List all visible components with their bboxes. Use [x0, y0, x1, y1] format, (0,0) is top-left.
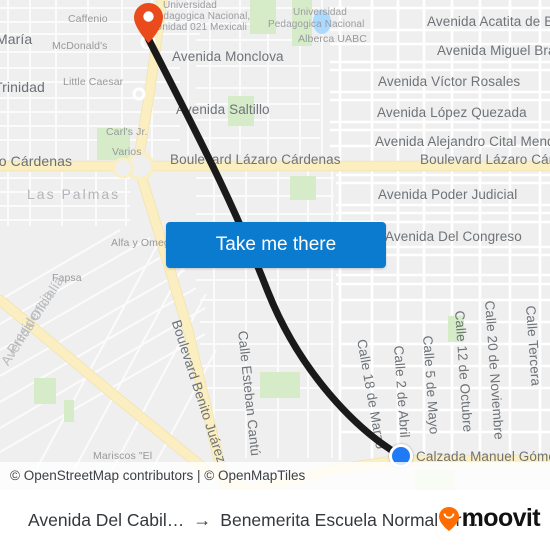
route-footer: Avenida Del Cabil… → Benemerita Escuela …	[0, 490, 550, 550]
route-summary: Avenida Del Cabil… → Benemerita Escuela …	[0, 510, 479, 531]
take-me-there-button[interactable]: Take me there	[166, 222, 386, 268]
moovit-pin-icon	[438, 506, 459, 531]
route-origin-label: Avenida Del Cabil…	[28, 509, 185, 530]
moovit-logo[interactable]: moovit	[438, 504, 541, 533]
moovit-wordmark: moovit	[461, 504, 541, 532]
arrow-right-icon: →	[193, 509, 212, 530]
map-canvas[interactable]: .blk{fill:#e7e7e7;stroke:#ffffff;stroke-…	[0, 0, 550, 490]
map-attribution[interactable]: © OpenStreetMap contributors | © OpenMap…	[0, 462, 550, 490]
moovit-route-screen: .blk{fill:#e7e7e7;stroke:#ffffff;stroke-…	[0, 0, 550, 550]
origin-pin-icon[interactable]	[133, 2, 164, 44]
